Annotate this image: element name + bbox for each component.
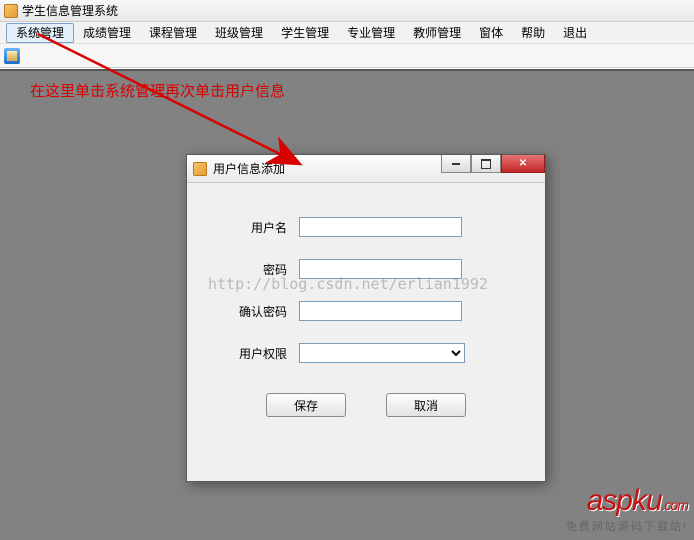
logo-suffix: .com	[662, 497, 688, 513]
logo-tagline: 免费网站源码下载站!	[566, 518, 688, 534]
close-button[interactable]	[501, 155, 545, 173]
confirm-password-label: 确认密码	[227, 303, 299, 320]
role-select[interactable]	[299, 343, 465, 363]
window-title: 学生信息管理系统	[22, 0, 118, 22]
menu-windows[interactable]: 窗体	[470, 22, 512, 43]
menu-students[interactable]: 学生管理	[272, 22, 338, 43]
dialog-form: 用户名 密码 确认密码 用户权限 保存 取消	[187, 183, 545, 417]
toolbar	[0, 44, 694, 68]
dialog-titlebar[interactable]: 用户信息添加	[187, 155, 545, 183]
confirm-password-input[interactable]	[299, 301, 462, 321]
annotation-text: 在这里单击系统管理再次单击用户信息	[30, 80, 285, 101]
menu-grades[interactable]: 成绩管理	[74, 22, 140, 43]
cancel-button[interactable]: 取消	[386, 393, 466, 417]
minimize-button[interactable]	[441, 155, 471, 173]
app-icon	[4, 4, 18, 18]
menu-exit[interactable]: 退出	[554, 22, 596, 43]
site-logo: aspku.com 免费网站源码下载站!	[566, 484, 688, 534]
password-input[interactable]	[299, 259, 462, 279]
menu-help[interactable]: 帮助	[512, 22, 554, 43]
dialog-icon	[193, 162, 207, 176]
role-label: 用户权限	[227, 345, 299, 362]
save-button[interactable]: 保存	[266, 393, 346, 417]
menu-courses[interactable]: 课程管理	[140, 22, 206, 43]
username-label: 用户名	[227, 219, 299, 236]
menu-teachers[interactable]: 教师管理	[404, 22, 470, 43]
logo-name: aspku	[587, 484, 662, 517]
username-input[interactable]	[299, 217, 462, 237]
picture-tool-icon[interactable]	[4, 48, 20, 64]
menu-classes[interactable]: 班级管理	[206, 22, 272, 43]
dialog-title-text: 用户信息添加	[213, 160, 285, 177]
main-titlebar: 学生信息管理系统	[0, 0, 694, 22]
add-user-dialog: 用户信息添加 用户名 密码 确认密码 用户权限 保存 取消	[186, 154, 546, 482]
password-label: 密码	[227, 261, 299, 278]
menu-system[interactable]: 系统管理	[6, 23, 74, 43]
menu-majors[interactable]: 专业管理	[338, 22, 404, 43]
menubar: 系统管理 成绩管理 课程管理 班级管理 学生管理 专业管理 教师管理 窗体 帮助…	[0, 22, 694, 44]
maximize-button[interactable]	[471, 155, 501, 173]
